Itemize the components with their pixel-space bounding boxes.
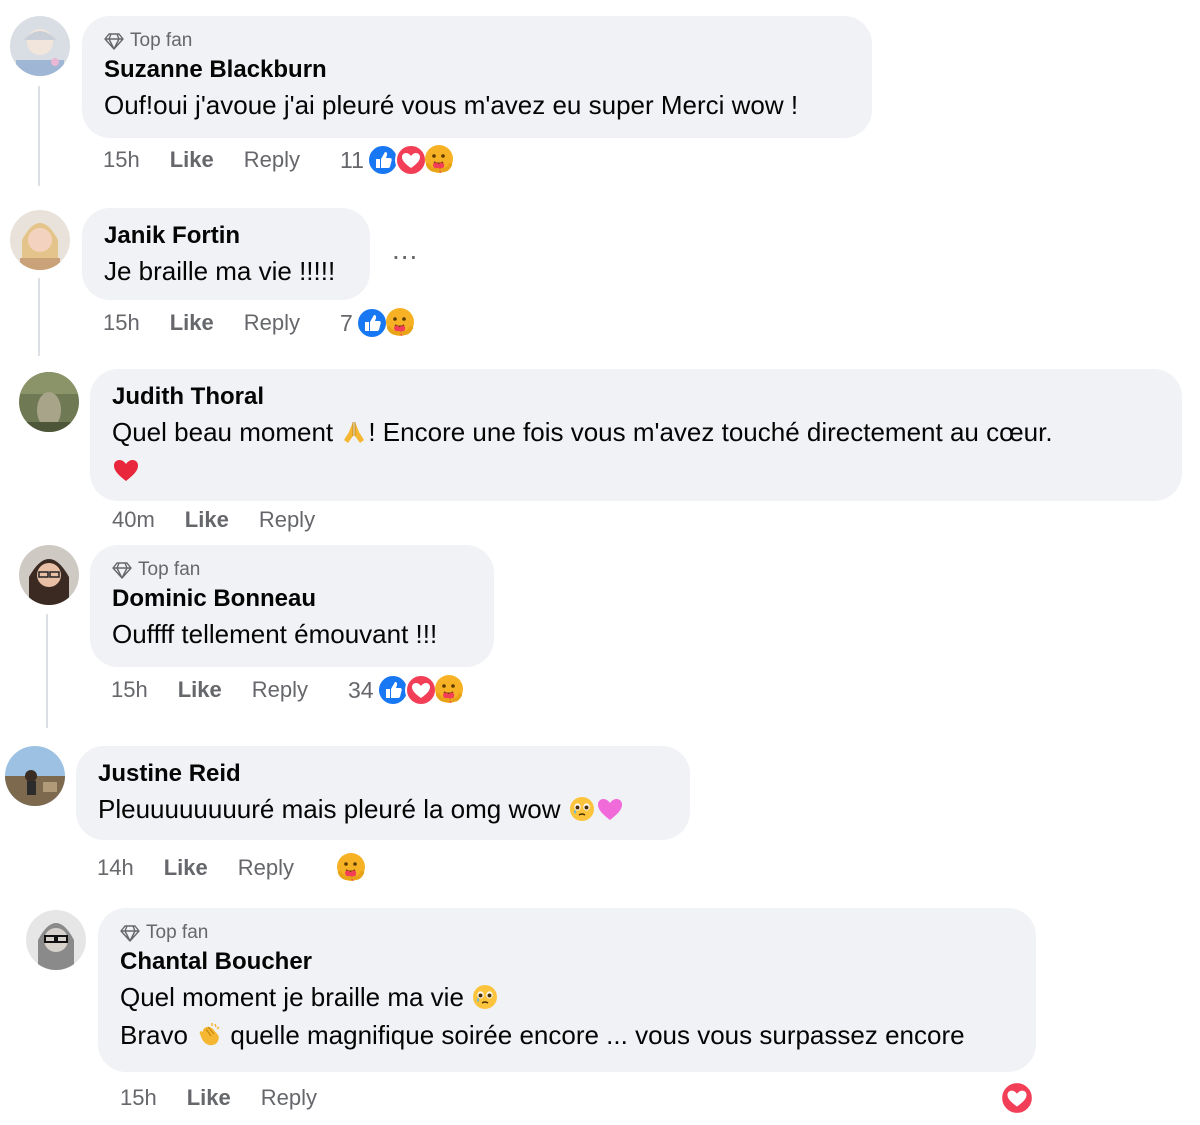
tearful-face-emoji-icon xyxy=(471,983,499,1011)
reaction-count: 7 xyxy=(340,309,353,336)
avatar[interactable] xyxy=(19,545,79,605)
thread-line xyxy=(38,86,40,186)
thread-line xyxy=(46,614,48,728)
comment-author[interactable]: Suzanne Blackburn xyxy=(104,54,850,86)
comment-text-part: quelle magnifique soirée encore ... vous… xyxy=(223,1020,965,1050)
comment-actions: 15h Like Reply 11 xyxy=(103,142,456,178)
more-options-button[interactable]: ... xyxy=(392,234,418,266)
comment-author[interactable]: Janik Fortin xyxy=(104,220,348,252)
reply-button[interactable]: Reply xyxy=(259,507,315,533)
comment-bubble: Top fan Chantal Boucher Quel moment je b… xyxy=(98,908,1036,1072)
like-button[interactable]: Like xyxy=(187,1085,231,1111)
comment-bubble: Justine Reid Pleuuuuuuuuré mais pleuré l… xyxy=(76,746,690,840)
top-fan-badge: Top fan xyxy=(104,28,850,54)
comment-actions: 15h Like Reply 7 xyxy=(103,305,417,341)
comment-bubble: Top fan Suzanne Blackburn Ouf!oui j'avou… xyxy=(82,16,872,138)
care-icon xyxy=(432,673,466,707)
comment-text-part: Bravo xyxy=(120,1020,196,1050)
diamond-icon xyxy=(104,31,124,51)
folded-hands-emoji-icon xyxy=(340,418,368,446)
comment-bubble: Top fan Dominic Bonneau Ouffff tellement… xyxy=(90,545,494,667)
red-heart-emoji-icon xyxy=(112,456,140,484)
comment-text-part: Quel beau moment xyxy=(112,417,341,447)
like-button[interactable]: Like xyxy=(170,310,214,336)
reaction-summary[interactable] xyxy=(334,851,368,885)
comment-text: Pleuuuuuuuuré mais pleuré la omg wow xyxy=(98,790,668,828)
comment-bubble: Janik Fortin Je braille ma vie !!!!! xyxy=(82,208,370,300)
top-fan-badge: Top fan xyxy=(112,557,472,583)
diamond-icon xyxy=(112,560,132,580)
comment-text: Je braille ma vie !!!!! xyxy=(104,256,336,286)
comment-text: Ouffff tellement émouvant !!! xyxy=(112,619,438,649)
comment-author[interactable]: Justine Reid xyxy=(98,758,668,790)
comment-timestamp[interactable]: 14h xyxy=(97,855,134,881)
reaction-summary[interactable]: 7 xyxy=(340,306,417,340)
care-icon xyxy=(334,851,368,885)
comment-text: Ouf!oui j'avoue j'ai pleuré vous m'avez … xyxy=(104,90,799,120)
reaction-count: 34 xyxy=(348,676,374,703)
comment-text: Quel moment je braille ma vie Bravo quel… xyxy=(120,978,1014,1054)
reply-button[interactable]: Reply xyxy=(244,147,300,173)
avatar[interactable] xyxy=(5,746,65,806)
reaction-summary[interactable]: 11 xyxy=(340,143,456,177)
reply-button[interactable]: Reply xyxy=(261,1085,317,1111)
comment-timestamp[interactable]: 15h xyxy=(103,147,140,173)
reaction-count: 11 xyxy=(340,146,364,173)
clapping-hands-emoji-icon xyxy=(195,1021,223,1049)
comment-timestamp[interactable]: 40m xyxy=(112,507,155,533)
reply-button[interactable]: Reply xyxy=(244,310,300,336)
badge-label: Top fan xyxy=(130,30,193,51)
reaction-summary[interactable]: 34 xyxy=(348,673,466,707)
comment-actions: 15h Like Reply xyxy=(120,1080,357,1116)
avatar[interactable] xyxy=(10,210,70,270)
comment-author[interactable]: Chantal Boucher xyxy=(120,946,1014,978)
avatar[interactable] xyxy=(10,16,70,76)
comment-author[interactable]: Dominic Bonneau xyxy=(112,583,472,615)
comment-actions: 15h Like Reply 34 xyxy=(111,672,466,708)
avatar[interactable] xyxy=(19,372,79,432)
comment-timestamp[interactable]: 15h xyxy=(111,677,148,703)
like-button[interactable]: Like xyxy=(185,507,229,533)
tearful-face-emoji-icon xyxy=(568,795,596,823)
diamond-icon xyxy=(120,923,140,943)
care-icon xyxy=(383,306,417,340)
comment-timestamp[interactable]: 15h xyxy=(120,1085,157,1111)
comment-bubble: Judith Thoral Quel beau moment ! Encore … xyxy=(90,369,1182,501)
comment-actions: 14h Like Reply xyxy=(97,850,368,886)
reply-button[interactable]: Reply xyxy=(252,677,308,703)
love-icon[interactable] xyxy=(999,1080,1035,1116)
care-icon xyxy=(422,143,456,177)
comment-text: Quel beau moment ! Encore une fois vous … xyxy=(112,413,1160,489)
top-fan-badge: Top fan xyxy=(120,920,1014,946)
comment-text-part: ! Encore une fois vous m'avez touché dir… xyxy=(368,417,1053,447)
badge-label: Top fan xyxy=(146,922,209,943)
comment-text-part: Quel moment je braille ma vie xyxy=(120,982,472,1012)
reply-button[interactable]: Reply xyxy=(238,855,294,881)
like-button[interactable]: Like xyxy=(178,677,222,703)
comment-actions: 40m Like Reply xyxy=(112,502,355,538)
comment-text-part: Pleuuuuuuuuré mais pleuré la omg wow xyxy=(98,794,568,824)
comment-author[interactable]: Judith Thoral xyxy=(112,381,1160,413)
avatar[interactable] xyxy=(26,910,86,970)
pink-heart-emoji-icon xyxy=(596,795,624,823)
like-button[interactable]: Like xyxy=(164,855,208,881)
like-button[interactable]: Like xyxy=(170,147,214,173)
badge-label: Top fan xyxy=(138,559,201,580)
comment-timestamp[interactable]: 15h xyxy=(103,310,140,336)
thread-line xyxy=(38,278,40,356)
